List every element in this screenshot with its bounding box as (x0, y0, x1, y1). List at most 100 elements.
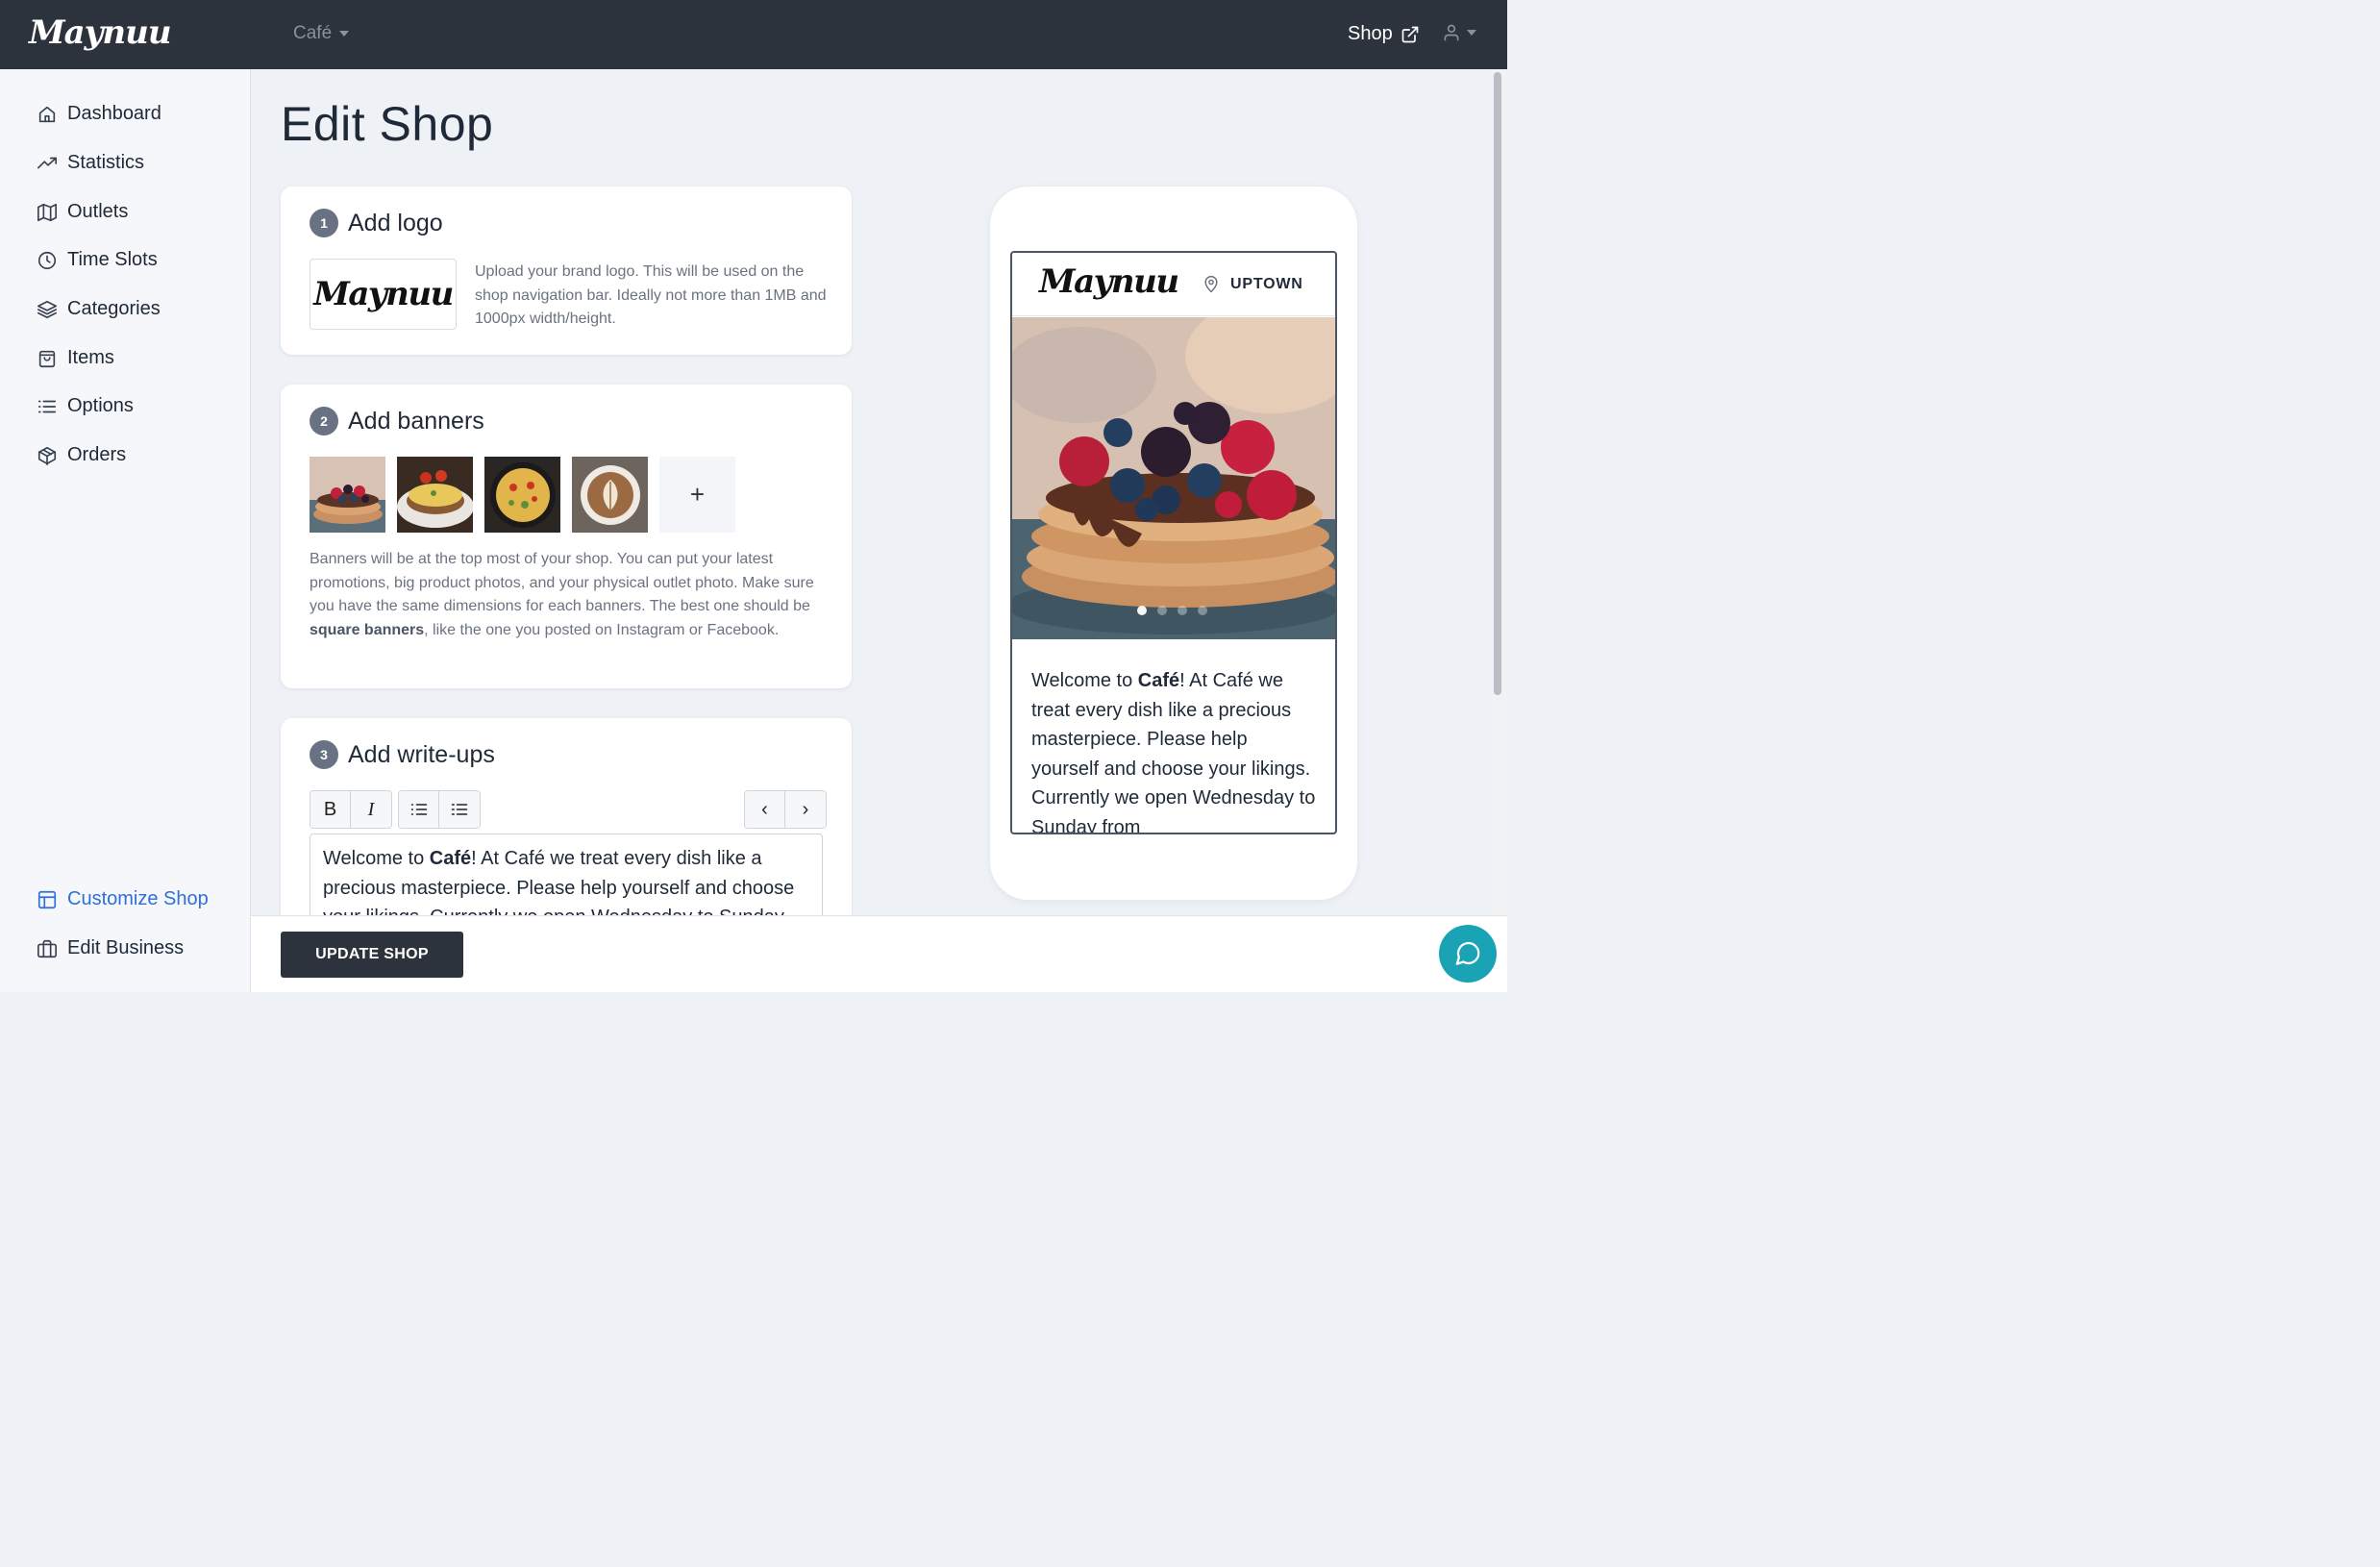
preview-screen: Maynuu UPTOWN Welcome to Café! At Café w… (1010, 251, 1337, 834)
shop-switcher-label: Café (293, 23, 333, 43)
map-icon (37, 203, 57, 221)
message-circle-icon (1455, 941, 1480, 965)
card-title: Add logo (348, 209, 443, 236)
sidebar-item-categories[interactable]: Categories (37, 298, 161, 320)
card-title: Add write-ups (348, 740, 495, 768)
sidebar-item-label: Categories (67, 298, 161, 319)
package-icon (37, 446, 57, 465)
update-shop-button[interactable]: UPDATE SHOP (281, 932, 463, 978)
logo-upload[interactable]: Maynuu (310, 259, 457, 330)
sidebar-item-statistics[interactable]: Statistics (37, 152, 144, 174)
preview-outlet: UPTOWN (1202, 275, 1303, 294)
preview-brand-logo: Maynuu (1039, 262, 1179, 301)
sidebar-item-label: Time Slots (67, 249, 158, 270)
preview-text-part: ! At Café we treat every dish like a pre… (1031, 670, 1316, 834)
latte-image (572, 457, 648, 533)
layout-icon (37, 890, 57, 908)
user-menu[interactable] (1442, 23, 1476, 42)
external-link-icon (1401, 26, 1419, 42)
footer-bar: UPDATE SHOP (251, 915, 1507, 992)
format-group: B I (310, 790, 392, 829)
sidebar-item-label: Statistics (67, 152, 145, 173)
banner-thumbnail[interactable] (484, 457, 560, 533)
preview-text-part: Welcome to (1031, 670, 1138, 691)
sidebar-item-label: Outlets (67, 201, 129, 222)
banners-card-header: 2 Add banners (310, 407, 484, 435)
sidebar-item-label: Edit Business (67, 937, 185, 958)
briefcase-icon (37, 939, 57, 958)
banner-thumbnail[interactable] (310, 457, 385, 533)
sidebar-item-label: Dashboard (67, 103, 161, 124)
chevron-down-icon (339, 31, 350, 37)
history-group: ‹ › (744, 790, 827, 829)
user-icon (1444, 24, 1459, 41)
writeups-card-header: 3 Add write-ups (310, 740, 495, 769)
sidebar-item-items[interactable]: Items (37, 347, 114, 369)
layers-icon (37, 300, 57, 318)
carousel-dots (1137, 606, 1207, 615)
writeup-text-bold: Café (429, 848, 472, 869)
page-title: Edit Shop (281, 97, 494, 151)
chevron-down-icon (1467, 30, 1476, 36)
sidebar-item-label: Orders (67, 444, 127, 465)
sidebar-item-label: Options (67, 395, 134, 416)
numbered-list-button[interactable] (439, 791, 480, 828)
sidebar-item-customize-shop[interactable]: Customize Shop (37, 888, 209, 910)
step-badge: 2 (310, 407, 338, 435)
list-icon (410, 804, 427, 815)
view-shop-label: Shop (1348, 23, 1393, 44)
sidebar-item-options[interactable]: Options (37, 395, 134, 417)
clock-icon (37, 251, 57, 269)
logo-help-text: Upload your brand logo. This will be use… (475, 263, 827, 327)
shopping-bag-icon (38, 350, 56, 367)
redo-button[interactable]: › (785, 791, 826, 828)
writeup-text-part: Welcome to (323, 848, 430, 869)
carousel-dot[interactable] (1198, 606, 1207, 615)
scrollbar-thumb[interactable] (1494, 72, 1501, 695)
sidebar-item-outlets[interactable]: Outlets (37, 201, 128, 223)
frittata-image (484, 457, 560, 533)
italic-button[interactable]: I (351, 791, 391, 828)
shop-switcher[interactable]: Café (293, 23, 350, 44)
sidebar-item-dashboard[interactable]: Dashboard (37, 103, 161, 125)
logo-card: 1 Add logo Maynuu Upload your brand logo… (281, 187, 852, 355)
sidebar: Dashboard Statistics Outlets Time Slots … (0, 69, 251, 992)
carousel-dot[interactable] (1178, 606, 1187, 615)
preview-banner (1012, 317, 1335, 639)
preview-navbar: Maynuu UPTOWN (1012, 253, 1335, 316)
banners-help-part: Banners will be at the top most of your … (310, 551, 814, 614)
step-badge: 1 (310, 209, 338, 237)
sidebar-item-time-slots[interactable]: Time Slots (37, 249, 158, 271)
trending-up-icon (37, 157, 57, 168)
list-ordered-icon (451, 804, 468, 815)
step-badge: 3 (310, 740, 338, 769)
top-navbar: Maynuu Café Shop (0, 0, 1507, 69)
sidebar-item-edit-business[interactable]: Edit Business (37, 937, 184, 959)
preview-writeup: Welcome to Café! At Café we treat every … (1031, 666, 1320, 834)
list-icon (37, 400, 57, 412)
chat-button[interactable] (1439, 925, 1497, 982)
banners-help-part: , like the one you posted on Instagram o… (424, 621, 780, 638)
banner-thumbnail[interactable] (572, 457, 648, 533)
sidebar-item-orders[interactable]: Orders (37, 444, 126, 466)
banners-card: 2 Add banners + Banners will be at the t… (281, 385, 852, 688)
logo-card-header: 1 Add logo (310, 209, 443, 237)
carousel-dot[interactable] (1157, 606, 1167, 615)
banner-thumbnail[interactable] (397, 457, 473, 533)
preview-outlet-label: UPTOWN (1230, 276, 1303, 292)
map-pin-icon (1204, 275, 1218, 293)
pancakes-image (1012, 317, 1335, 639)
add-banner-button[interactable]: + (659, 457, 735, 533)
editor-toolbar: B I ‹ › (310, 790, 827, 829)
bold-button[interactable]: B (310, 791, 351, 828)
view-shop-link[interactable]: Shop (1348, 23, 1420, 45)
omelette-image (397, 457, 473, 533)
banners-help-bold: square banners (310, 621, 425, 638)
bullet-list-button[interactable] (399, 791, 439, 828)
carousel-dot-active[interactable] (1137, 606, 1147, 615)
sidebar-item-label: Customize Shop (67, 888, 209, 909)
brand-logo[interactable]: Maynuu (29, 13, 172, 52)
phone-preview: Maynuu UPTOWN Welcome to Café! At Café w… (990, 187, 1357, 900)
undo-button[interactable]: ‹ (745, 791, 785, 828)
list-group (398, 790, 481, 829)
